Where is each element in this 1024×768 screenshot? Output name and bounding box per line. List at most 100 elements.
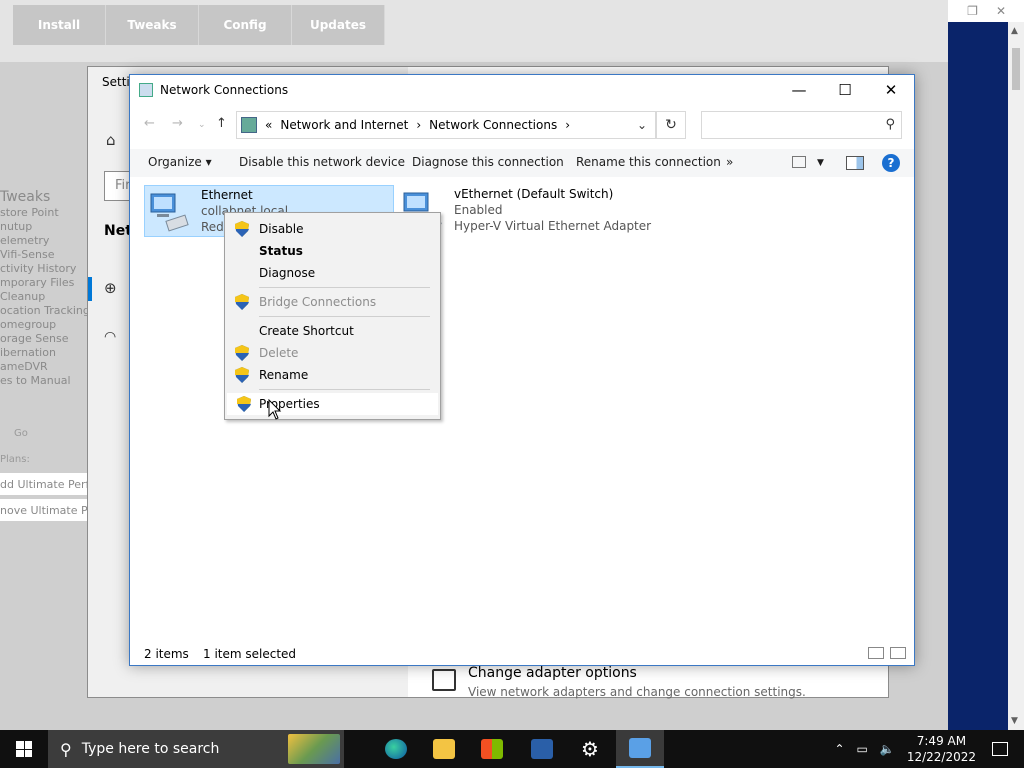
organize-menu[interactable]: Organize ▾ <box>148 155 212 169</box>
window-title: Network Connections <box>160 83 289 97</box>
details-view-icon[interactable] <box>868 647 884 659</box>
edge-icon <box>385 739 407 759</box>
notification-center-button[interactable] <box>976 730 1024 768</box>
command-bar: Organize ▾ Disable this network device D… <box>130 149 914 177</box>
network-adapter-icon <box>150 193 189 232</box>
tab-config[interactable]: Config <box>199 5 292 45</box>
tweak-item[interactable]: nutup <box>0 220 90 234</box>
taskbar: ⚲ Type here to search ⚙ ⌃ ▭ 🔈 7:49 AM 12… <box>0 730 1024 768</box>
refresh-button[interactable]: ↻ <box>656 111 686 139</box>
settings-app-button[interactable]: ⚙ <box>566 730 614 768</box>
tweak-item[interactable]: omegroup <box>0 318 90 332</box>
clock[interactable]: 7:49 AM 12/22/2022 <box>907 733 976 765</box>
edge-app-button[interactable] <box>372 730 420 768</box>
tweak-item[interactable]: Cleanup <box>0 290 90 304</box>
back-arrow-icon[interactable]: ← <box>144 116 155 131</box>
menu-item-label: Rename <box>259 368 309 382</box>
menu-separator <box>259 287 430 288</box>
breadcrumb-network-connections[interactable]: Network Connections <box>429 118 557 132</box>
breadcrumb-separator[interactable]: › <box>565 118 570 132</box>
background-blue-panel <box>948 22 1008 730</box>
tweak-item[interactable]: store Point <box>0 206 90 220</box>
breadcrumb-overflow[interactable]: « <box>265 118 272 132</box>
control-panel-icon <box>241 117 257 133</box>
store-app-button[interactable] <box>468 730 516 768</box>
tweak-item[interactable]: orage Sense <box>0 332 90 346</box>
title-bar[interactable]: Network Connections — ☐ ✕ <box>130 75 914 105</box>
chevron-down-icon[interactable]: ⌄ <box>637 118 647 132</box>
tab-tweaks[interactable]: Tweaks <box>106 5 199 45</box>
file-explorer-app-button[interactable] <box>420 730 468 768</box>
menu-item-properties[interactable]: Properties <box>227 393 438 415</box>
add-ultimate-button[interactable]: dd Ultimate Perfo <box>0 473 88 495</box>
preview-pane-icon[interactable] <box>846 156 864 170</box>
more-commands-button[interactable]: » <box>726 155 733 169</box>
background-tabs: Install Tweaks Config Updates <box>13 5 385 45</box>
go-label[interactable]: Go <box>14 428 28 439</box>
diagnose-connection-button[interactable]: Diagnose this connection <box>412 155 564 169</box>
search-highlight-image <box>288 734 340 764</box>
menu-item-label: Status <box>259 244 303 258</box>
home-icon[interactable]: ⌂ <box>106 131 116 149</box>
help-icon[interactable]: ? <box>882 154 900 172</box>
tweak-item[interactable]: elemetry <box>0 234 90 248</box>
breadcrumb-network-internet[interactable]: Network and Internet <box>280 118 408 132</box>
tweak-item[interactable]: mporary Files <box>0 276 90 290</box>
breadcrumb-separator[interactable]: › <box>416 118 421 132</box>
network-connections-app-button[interactable] <box>616 730 664 768</box>
close-button[interactable]: ✕ <box>868 75 914 105</box>
close-icon[interactable]: ✕ <box>996 4 1006 18</box>
start-button[interactable] <box>0 730 48 768</box>
uac-shield-icon <box>235 345 249 361</box>
scrollbar-thumb[interactable] <box>1012 48 1020 90</box>
view-dropdown-icon[interactable]: ▼ <box>817 158 824 168</box>
menu-item-diagnose[interactable]: Diagnose <box>225 262 440 284</box>
menu-separator <box>259 316 430 317</box>
adapter-device: Red <box>201 220 224 234</box>
globe-icon[interactable]: ⊕ <box>104 279 117 297</box>
change-adapter-title[interactable]: Change adapter options <box>468 665 637 681</box>
powershell-app-button[interactable] <box>518 730 566 768</box>
scroll-down-icon[interactable]: ▼ <box>1011 716 1018 726</box>
tweak-item[interactable]: ctivity History <box>0 262 90 276</box>
clock-time: 7:49 AM <box>916 734 967 748</box>
disable-device-button[interactable]: Disable this network device <box>239 155 405 169</box>
address-bar[interactable]: « Network and Internet › Network Connect… <box>236 111 656 139</box>
menu-item-status[interactable]: Status <box>225 240 440 262</box>
search-icon: ⚲ <box>885 117 895 132</box>
volume-icon[interactable]: 🔈 <box>880 742 895 756</box>
taskbar-search[interactable]: ⚲ Type here to search <box>48 730 344 768</box>
restore-icon[interactable]: ❐ <box>967 4 978 18</box>
scroll-up-icon[interactable]: ▲ <box>1011 26 1018 36</box>
tweak-item[interactable]: ameDVR <box>0 360 90 374</box>
large-icons-view-icon[interactable] <box>890 647 906 659</box>
vertical-scrollbar[interactable]: ▲ ▼ <box>1008 22 1024 730</box>
menu-item-rename[interactable]: Rename <box>225 364 440 386</box>
item-count: 2 items <box>144 647 189 661</box>
tab-updates[interactable]: Updates <box>292 5 385 45</box>
tweak-item[interactable]: ibernation <box>0 346 90 360</box>
remove-ultimate-button[interactable]: nove Ultimate Perfo <box>0 499 88 521</box>
tweak-item[interactable]: ocation Tracking <box>0 304 90 318</box>
tweak-item[interactable]: Vifi-Sense <box>0 248 90 262</box>
network-icon[interactable]: ▭ <box>857 742 868 756</box>
chevron-up-icon[interactable]: ⌃ <box>834 742 844 756</box>
search-input[interactable]: ⚲ <box>701 111 902 139</box>
rename-connection-button[interactable]: Rename this connection <box>576 155 721 169</box>
forward-arrow-icon[interactable]: → <box>172 116 183 131</box>
up-arrow-icon[interactable]: ↑ <box>216 116 227 131</box>
minimize-button[interactable]: — <box>776 75 822 105</box>
tweak-item[interactable]: es to Manual <box>0 374 90 388</box>
menu-item-create-shortcut[interactable]: Create Shortcut <box>225 320 440 342</box>
tab-install[interactable]: Install <box>13 5 106 45</box>
adapter-device: Hyper-V Virtual Ethernet Adapter <box>454 219 652 233</box>
view-toggles <box>868 647 906 659</box>
uac-shield-icon <box>237 396 251 412</box>
menu-item-label: Delete <box>259 346 299 360</box>
change-view-icon[interactable] <box>792 156 806 168</box>
menu-item-disable[interactable]: Disable <box>225 218 440 240</box>
wifi-icon[interactable]: ◠ <box>104 329 116 345</box>
maximize-button[interactable]: ☐ <box>822 75 868 105</box>
recent-locations-icon[interactable]: ⌄ <box>198 120 206 130</box>
menu-item-label: Diagnose <box>259 266 316 280</box>
